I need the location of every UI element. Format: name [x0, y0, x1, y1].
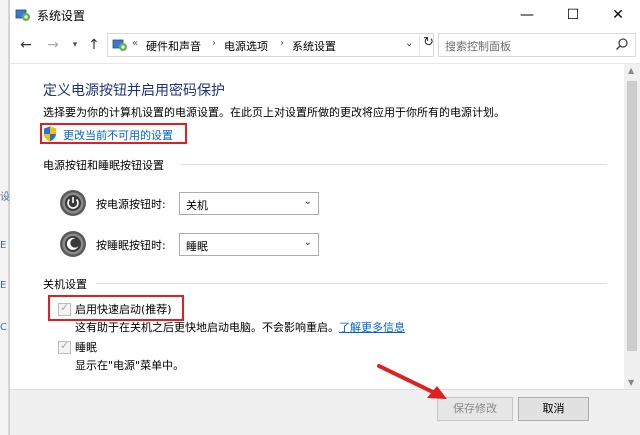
dialog-footer: 保存修改 取消: [10, 389, 640, 435]
section-title-power-buttons: 电源按钮和睡眠按钮设置: [43, 159, 164, 172]
power-button-value: 关机: [186, 199, 208, 212]
divider: [181, 164, 607, 165]
address-bar[interactable]: « 硬件和声音 › 电源选项 › 系统设置 ⌄ ↻: [107, 33, 434, 57]
system-settings-window: 系统设置 — ☐ ✕ ← → ▾ ↑ « 硬件和声音 › 电源选项 › 系统设置…: [9, 0, 640, 435]
navigation-bar: ← → ▾ ↑ « 硬件和声音 › 电源选项 › 系统设置 ⌄ ↻ 搜索控制面板: [10, 30, 640, 60]
minimize-button[interactable]: —: [504, 0, 550, 30]
close-button[interactable]: ✕: [595, 0, 640, 30]
divider: [96, 283, 607, 284]
chevron-right-icon: ›: [212, 38, 216, 49]
control-panel-icon: [15, 9, 30, 21]
chevron-down-icon: ⌄: [303, 237, 312, 248]
search-icon[interactable]: [615, 37, 629, 51]
sleep-label[interactable]: 睡眠: [75, 339, 97, 355]
fast-startup-help: 这有助于在关机之后更快地启动电脑。不会影响重启。了解更多信息: [75, 319, 405, 335]
annotation-arrow: [377, 364, 447, 399]
sleep-help: 显示在"电源"菜单中。: [75, 359, 185, 372]
scroll-up-icon[interactable]: ▲: [628, 66, 634, 75]
breadcrumb-item-hardware-sound[interactable]: 硬件和声音: [146, 38, 201, 54]
chevron-down-icon[interactable]: ⌄: [405, 38, 413, 49]
cancel-button[interactable]: 取消: [518, 397, 589, 421]
scrollbar[interactable]: ▲ ▼: [624, 64, 640, 389]
highlight-box: [48, 295, 184, 321]
section-title-shutdown: 关机设置: [43, 278, 87, 291]
bg-fragment: C: [0, 322, 7, 333]
breadcrumb-item-system-settings[interactable]: 系统设置: [292, 38, 336, 54]
chevron-down-icon: ⌄: [303, 196, 312, 207]
breadcrumb-overflow[interactable]: «: [132, 38, 138, 49]
sleep-icon: [60, 231, 86, 257]
maximize-button[interactable]: ☐: [550, 0, 596, 30]
sleep-button-select[interactable]: 睡眠 ⌄: [179, 233, 319, 256]
learn-more-link[interactable]: 了解更多信息: [339, 321, 405, 334]
bg-fragment: E: [0, 240, 7, 251]
scroll-down-icon[interactable]: ▼: [628, 378, 634, 387]
up-button[interactable]: ↑: [84, 35, 104, 55]
chevron-right-icon: ›: [280, 38, 284, 49]
scrollbar-thumb[interactable]: [627, 81, 637, 351]
bg-fragment: E: [0, 280, 7, 291]
power-icon: [60, 190, 86, 216]
fast-startup-help-text: 这有助于在关机之后更快地启动电脑。不会影响重启。: [75, 321, 339, 334]
sleep-checkbox[interactable]: [58, 339, 71, 354]
page-description: 选择要为你的计算机设置的电源设置。在此页上对设置所做的更改将应用于你所有的电源计…: [43, 106, 505, 119]
forward-button[interactable]: →: [43, 35, 63, 55]
power-button-select[interactable]: 关机 ⌄: [179, 192, 319, 215]
refresh-icon[interactable]: ↻: [419, 35, 434, 55]
breadcrumb-item-power-options[interactable]: 电源选项: [224, 38, 268, 54]
title-bar[interactable]: 系统设置 — ☐ ✕: [10, 0, 640, 30]
page-title: 定义电源按钮并启用密码保护: [43, 83, 225, 99]
power-button-label: 按电源按钮时:: [96, 198, 166, 211]
window-title: 系统设置: [37, 9, 86, 23]
back-button[interactable]: ←: [16, 35, 36, 55]
background-window-strip: 设 E E C: [0, 0, 10, 435]
recent-locations-button[interactable]: ▾: [65, 35, 85, 55]
control-panel-icon: [112, 39, 127, 51]
sleep-button-value: 睡眠: [186, 240, 208, 253]
search-input[interactable]: 搜索控制面板: [445, 38, 511, 54]
search-box[interactable]: 搜索控制面板: [438, 33, 636, 57]
highlight-box: [40, 123, 187, 144]
sleep-button-label: 按睡眠按钮时:: [96, 239, 166, 252]
divider: [10, 63, 640, 64]
